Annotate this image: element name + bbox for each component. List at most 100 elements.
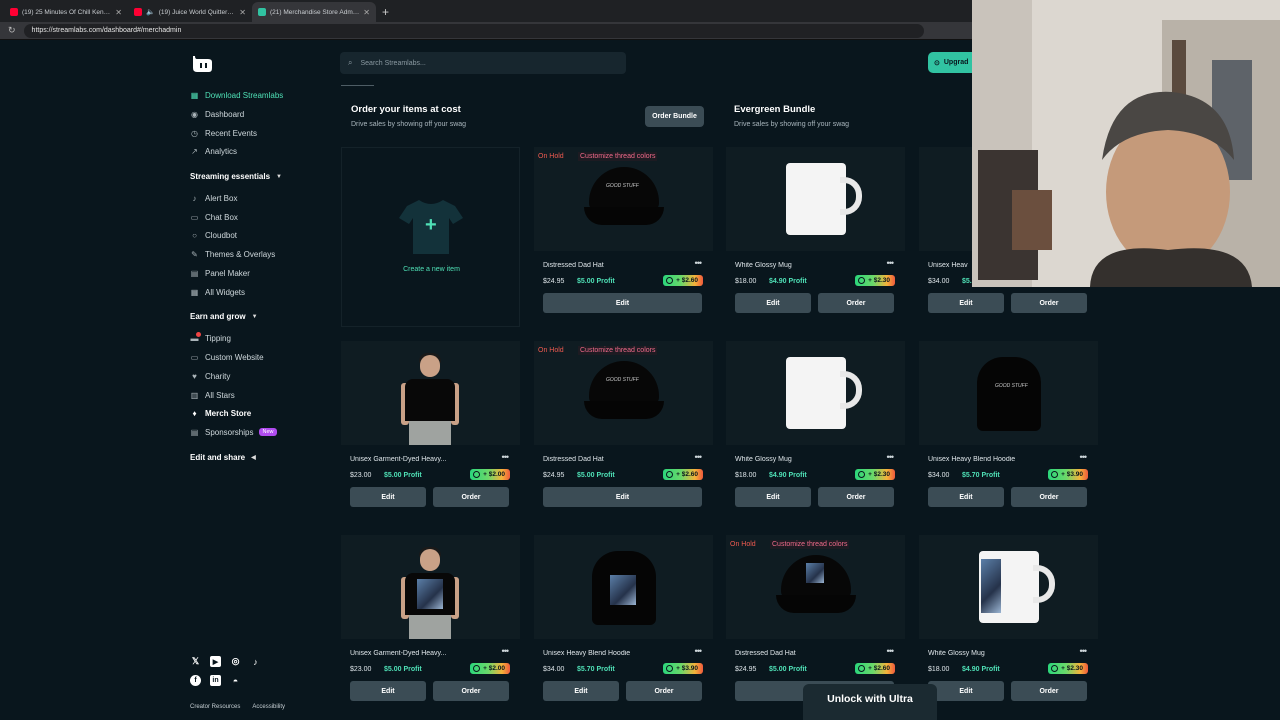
create-new-item-card[interactable]: + Create a new item [341, 147, 520, 327]
product-title: Unisex Heavy Blend Hoodie [543, 650, 631, 657]
product-title: Distressed Dad Hat [735, 650, 796, 657]
sidebar-item-cloudbot[interactable]: ○ Cloudbot [190, 228, 237, 242]
sidebar-item-alert-box[interactable]: ♪ Alert Box [190, 191, 238, 205]
close-tab-icon[interactable]: ✕ [239, 8, 246, 17]
browser-tab-1[interactable]: (19) 25 Minutes Of Chill Kendrick ✕ [4, 2, 128, 22]
edit-button[interactable]: Edit [735, 293, 811, 313]
product-price: $24.95 [735, 666, 757, 673]
product-price: $23.00 [350, 472, 372, 479]
section-edit-and-share[interactable]: Edit and share ◀ [190, 453, 256, 462]
speaker-icon[interactable]: 🔈 [146, 8, 155, 16]
more-options-icon[interactable]: ••• [695, 258, 703, 268]
product-price: $18.00 [735, 278, 757, 285]
edit-button[interactable]: Edit [928, 487, 1004, 507]
reload-icon[interactable]: ↻ [8, 25, 16, 36]
order-button[interactable]: Order [433, 681, 509, 701]
close-tab-icon[interactable]: ✕ [363, 8, 370, 17]
more-options-icon[interactable]: ••• [1080, 646, 1088, 656]
profit-boost-badge[interactable]: + $3.90 [1048, 469, 1088, 480]
sidebar-item-custom-website[interactable]: ▭ Custom Website [190, 350, 264, 364]
customize-thread-link[interactable]: Customize thread colors [770, 540, 850, 549]
order-button[interactable]: Order [1011, 487, 1087, 507]
order-button[interactable]: Order [433, 487, 509, 507]
customize-thread-link[interactable]: Customize thread colors [578, 346, 658, 355]
edit-button[interactable]: Edit [543, 293, 702, 313]
profit-boost-badge[interactable]: + $2.60 [663, 469, 703, 480]
order-button[interactable]: Order [626, 681, 702, 701]
url-field[interactable]: https://streamlabs.com/dashboard#/mercha… [23, 23, 924, 38]
profit-boost-badge[interactable]: + $2.00 [470, 469, 510, 480]
youtube-icon[interactable]: ▶ [210, 656, 221, 667]
accessibility-link[interactable]: Accessibility [252, 704, 285, 710]
browser-tab-3[interactable]: (21) Merchandise Store Admin | S ✕ [252, 2, 376, 22]
x-twitter-icon[interactable]: 𝕏 [190, 656, 201, 667]
sidebar-item-sponsorships[interactable]: ▤ Sponsorships New [190, 425, 277, 439]
more-options-icon[interactable]: ••• [887, 258, 895, 268]
order-button[interactable]: Order [1011, 293, 1087, 313]
more-options-icon[interactable]: ••• [695, 452, 703, 462]
profit-boost-badge[interactable]: + $2.30 [855, 469, 895, 480]
sidebar-item-all-stars[interactable]: ▥ All Stars [190, 388, 235, 402]
edit-button[interactable]: Edit [928, 681, 1004, 701]
profit-boost-badge[interactable]: + $2.60 [663, 275, 703, 286]
sidebar-item-chat-box[interactable]: ▭ Chat Box [190, 210, 238, 224]
edit-button[interactable]: Edit [735, 487, 811, 507]
edit-button[interactable]: Edit [543, 487, 702, 507]
order-bundle-button[interactable]: Order Bundle [645, 106, 704, 127]
upgrade-button[interactable]: ⊙ Upgrad [928, 52, 974, 73]
tab-underline [341, 85, 374, 86]
profit-boost-badge[interactable]: + $2.30 [1048, 663, 1088, 674]
profit-boost-badge[interactable]: + $2.30 [855, 275, 895, 286]
sidebar-item-download-streamlabs[interactable]: ▦ Download Streamlabs [190, 88, 284, 102]
new-tab-icon[interactable]: + [376, 2, 395, 22]
sidebar-item-themes-overlays[interactable]: ✎ Themes & Overlays [190, 247, 275, 261]
section-earn-and-grow[interactable]: Earn and grow ▼ [190, 312, 258, 321]
profit-boost-badge[interactable]: + $2.60 [855, 663, 895, 674]
sidebar-item-charity[interactable]: ♥ Charity [190, 369, 230, 383]
profit-boost-badge[interactable]: + $2.00 [470, 663, 510, 674]
sidebar-item-all-widgets[interactable]: ▦ All Widgets [190, 285, 245, 299]
sidebar-item-analytics[interactable]: ↗ Analytics [190, 144, 237, 158]
section-streaming-essentials[interactable]: Streaming essentials ▼ [190, 172, 282, 181]
edit-button[interactable]: Edit [350, 681, 426, 701]
instagram-icon[interactable]: ◎ [230, 656, 241, 667]
sidebar-item-label: Chat Box [205, 212, 238, 222]
linkedin-icon[interactable]: in [210, 675, 221, 686]
sidebar-item-label: Sponsorships [205, 427, 254, 437]
order-button[interactable]: Order [818, 293, 894, 313]
more-options-icon[interactable]: ••• [502, 646, 510, 656]
sidebar-item-tipping[interactable]: ▬ Tipping [190, 331, 231, 345]
sidebar-item-dashboard[interactable]: ◉ Dashboard [190, 107, 244, 121]
order-button[interactable]: Order [1011, 681, 1087, 701]
more-options-icon[interactable]: ••• [502, 452, 510, 462]
facebook-icon[interactable]: f [190, 675, 201, 686]
plus-icon: + [425, 214, 437, 236]
order-button[interactable]: Order [818, 487, 894, 507]
customize-thread-link[interactable]: Customize thread colors [578, 152, 658, 161]
search-input[interactable]: ⌕ Search Streamlabs... [340, 52, 626, 74]
more-options-icon[interactable]: ••• [1080, 452, 1088, 462]
close-tab-icon[interactable]: ✕ [115, 8, 122, 17]
sidebar-item-panel-maker[interactable]: ▤ Panel Maker [190, 266, 250, 280]
tiktok-icon[interactable]: ♪ [250, 656, 261, 667]
streamlabs-logo-icon[interactable] [190, 54, 214, 74]
more-options-icon[interactable]: ••• [887, 452, 895, 462]
boost-amount: + $3.90 [676, 665, 698, 672]
edit-button[interactable]: Edit [543, 681, 619, 701]
boost-amount: + $2.00 [483, 471, 505, 478]
more-options-icon[interactable]: ••• [695, 646, 703, 656]
boost-icon [666, 665, 674, 672]
edit-button[interactable]: Edit [350, 487, 426, 507]
product-price: $18.00 [928, 666, 950, 673]
browser-tab-2[interactable]: 🔈 (19) Juice World Quitter FULL ✕ [128, 2, 252, 22]
download-icon: ▦ [190, 90, 199, 100]
sidebar-item-recent-events[interactable]: ◷ Recent Events [190, 126, 257, 140]
more-options-icon[interactable]: ••• [887, 646, 895, 656]
sidebar-item-merch-store[interactable]: ♦ Merch Store [190, 406, 251, 420]
profit-boost-badge[interactable]: + $3.90 [663, 663, 703, 674]
creator-resources-link[interactable]: Creator Resources [190, 704, 240, 710]
boost-icon [858, 665, 866, 672]
product-image [534, 535, 713, 639]
discord-icon[interactable]: ◓ [230, 675, 241, 686]
edit-button[interactable]: Edit [928, 293, 1004, 313]
